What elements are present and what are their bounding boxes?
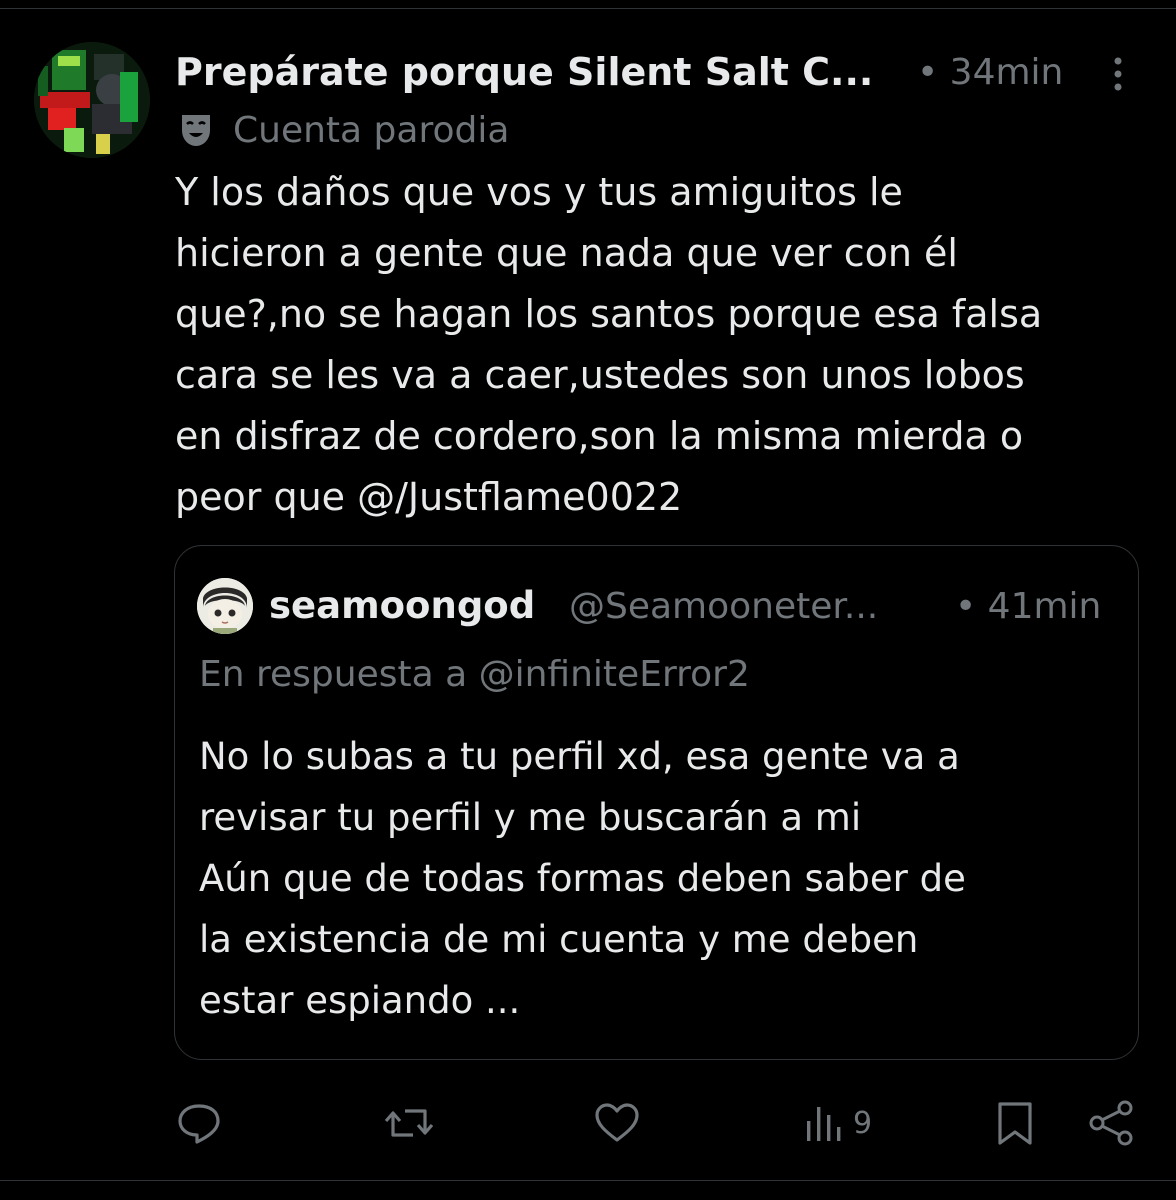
quoted-post-text: No lo subas a tu perfil xd, esa gente va… (199, 726, 1129, 1031)
author-display-name[interactable]: Prepárate porque Silent Salt C... (175, 50, 873, 94)
post-text-line: hicieron a gente que nada que ver con él (175, 231, 958, 275)
bottom-divider (0, 1180, 1176, 1181)
views-icon (803, 1099, 845, 1147)
quoted-text-line: la existencia de mi cuenta y me deben (199, 918, 919, 961)
author-avatar[interactable] (34, 42, 150, 158)
quoted-author-handle[interactable]: @Seamooneter... (569, 586, 878, 627)
quoted-post-card[interactable]: seamoongod @Seamooneter... • 41min En re… (174, 545, 1139, 1060)
post-header: Prepárate porque Silent Salt C... • 34mi… (175, 42, 1135, 102)
more-options-icon[interactable] (1103, 54, 1133, 94)
theater-mask-icon (179, 112, 213, 148)
quoted-text-line: revisar tu perfil y me buscarán a mi (199, 796, 862, 839)
like-icon (593, 1099, 641, 1147)
reply-to-label[interactable]: En respuesta a @infiniteError2 (199, 654, 750, 695)
repost-button[interactable] (383, 1095, 435, 1151)
bookmark-icon (993, 1099, 1037, 1147)
share-icon (1087, 1099, 1137, 1147)
repost-icon (383, 1099, 435, 1147)
like-button[interactable] (593, 1095, 641, 1151)
post-text: Y los daños que vos y tus amiguitos le h… (175, 162, 1150, 528)
quoted-post-timestamp[interactable]: • 41min (955, 586, 1101, 627)
post-timestamp[interactable]: • 34min (917, 52, 1063, 93)
quoted-text-line: No lo subas a tu perfil xd, esa gente va… (199, 735, 960, 778)
reply-button[interactable] (175, 1095, 223, 1151)
quoted-author-avatar[interactable] (197, 578, 253, 634)
post-action-bar: 9 (175, 1095, 1145, 1151)
quoted-text-line: Aún que de todas formas deben saber de (199, 857, 966, 900)
parody-label: Cuenta parodia (233, 110, 510, 151)
quoted-text-line: estar espiando ... (199, 979, 521, 1022)
post-text-line: Y los daños que vos y tus amiguitos le (175, 170, 903, 214)
post-text-line: peor que @/Justflame0022 (175, 475, 683, 519)
post-text-line: en disfraz de cordero,son la misma mierd… (175, 414, 1024, 458)
share-button[interactable] (1087, 1095, 1137, 1151)
quoted-author-name[interactable]: seamoongod (269, 584, 535, 627)
views-count: 9 (853, 1105, 873, 1141)
views-button[interactable]: 9 (803, 1095, 872, 1151)
post-text-line: que?,no se hagan los santos porque esa f… (175, 292, 1043, 336)
top-divider (0, 8, 1176, 9)
reply-icon (175, 1099, 223, 1147)
post-text-line: cara se les va a caer,ustedes son unos l… (175, 353, 1025, 397)
bookmark-button[interactable] (993, 1095, 1037, 1151)
